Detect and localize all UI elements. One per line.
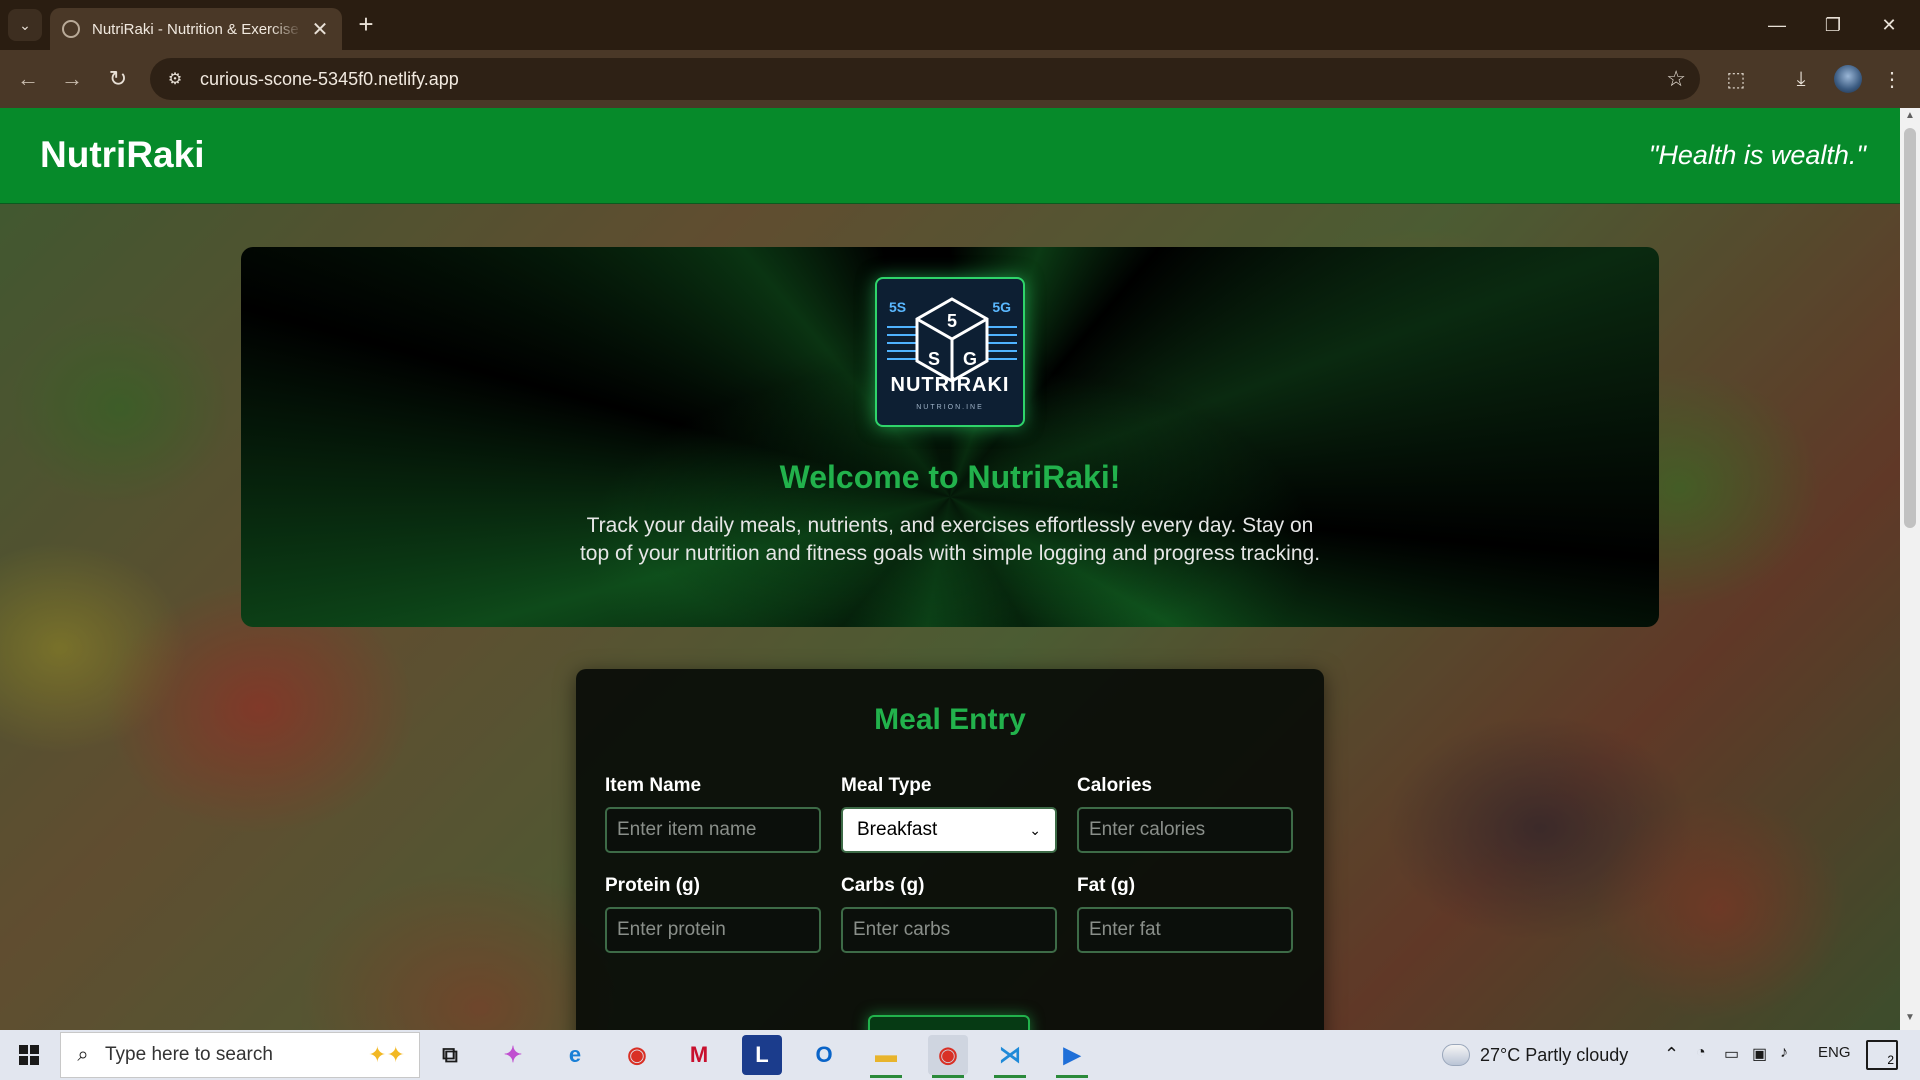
site-info-icon[interactable]: ⚙	[154, 58, 196, 100]
meet-now-icon[interactable]: ▣	[1752, 1044, 1767, 1064]
notification-count: 2	[1887, 1053, 1894, 1067]
item-name-input[interactable]	[605, 807, 821, 853]
url-text[interactable]: curious-scone-5345f0.netlify.app	[200, 69, 459, 90]
start-button[interactable]	[0, 1030, 58, 1080]
weather-widget[interactable]: 27°C Partly cloudy	[1439, 1030, 1629, 1080]
hero-banner: 5S 5G 5 S G NUTRIRAKI NUTRION.INE Welcom…	[241, 247, 1659, 627]
carbs-field: Carbs (g)	[841, 875, 1057, 953]
wifi-icon[interactable]: ◔	[1696, 1044, 1706, 1062]
l-app-icon[interactable]: L	[742, 1035, 782, 1075]
restore-icon[interactable]: ❐	[1810, 8, 1856, 42]
fat-input[interactable]	[1077, 907, 1293, 953]
meal-type-select[interactable]: Breakfast ⌄	[841, 807, 1057, 853]
protein-field: Protein (g)	[605, 875, 821, 953]
browser-menu-icon[interactable]: ⋮	[1876, 63, 1908, 95]
language-indicator[interactable]: ENG	[1818, 1044, 1851, 1061]
nutriraki-logo: 5S 5G 5 S G NUTRIRAKI NUTRION.INE	[875, 277, 1025, 427]
notification-center-icon[interactable]: 2	[1866, 1040, 1898, 1070]
logo-wordmark: NUTRIRAKI	[890, 374, 1010, 396]
close-window-icon[interactable]: ✕	[1866, 8, 1912, 42]
chrome-active-icon[interactable]: ◉	[928, 1035, 968, 1078]
address-bar[interactable]: ⚙ curious-scone-5345f0.netlify.app ☆	[150, 58, 1700, 100]
page-viewport: NutriRaki "Health is wealth." 5S 5G 5 S …	[0, 108, 1900, 1030]
calories-label: Calories	[1077, 775, 1152, 796]
welcome-description: Track your daily meals, nutrients, and e…	[579, 514, 1321, 565]
chevron-down-icon: ⌄	[1029, 821, 1041, 838]
windows-logo-icon	[19, 1045, 39, 1065]
search-icon: ⌕	[77, 1043, 89, 1066]
calories-input[interactable]	[1077, 807, 1293, 853]
task-view-icon[interactable]: ⧉	[430, 1035, 470, 1075]
site-header: NutriRaki "Health is wealth."	[0, 108, 1900, 204]
edge-icon[interactable]: e	[555, 1035, 595, 1075]
protein-label: Protein (g)	[605, 875, 700, 896]
scroll-down-icon[interactable]: ▼	[1900, 1012, 1920, 1028]
meal-type-value: Breakfast	[857, 819, 938, 840]
scrollbar-thumb[interactable]	[1904, 128, 1916, 528]
show-hidden-icons-icon[interactable]: ⌃	[1664, 1044, 1679, 1065]
meal-type-field: Meal Type Breakfast ⌄	[841, 775, 1057, 853]
browser-toolbar: ← → ↻ ⚙ curious-scone-5345f0.netlify.app…	[0, 50, 1920, 108]
taskbar-search[interactable]: ⌕ Type here to search ✦✦	[60, 1032, 420, 1078]
site-motto: "Health is wealth."	[1648, 140, 1866, 170]
media-player-icon[interactable]: ▶	[1052, 1035, 1092, 1078]
add-meal-button[interactable]: ADD MEAL	[868, 1015, 1030, 1030]
tab-close-icon[interactable]: ✕	[310, 17, 330, 42]
meal-entry-card: Meal Entry Item Name Meal Type Breakfast…	[576, 669, 1324, 1030]
reload-icon[interactable]: ↻	[102, 63, 134, 95]
chrome-icon[interactable]: ◉	[617, 1035, 657, 1075]
carbs-label: Carbs (g)	[841, 875, 925, 896]
tab-search-chevron-icon[interactable]: ⌄	[8, 9, 42, 41]
back-arrow-icon[interactable]: ←	[12, 63, 44, 95]
svg-text:5: 5	[947, 311, 957, 331]
windows-taskbar: ⌕ Type here to search ✦✦ ⧉ ✦ e ◉ M L O ▬…	[0, 1030, 1920, 1080]
outlook-icon[interactable]: O	[804, 1035, 844, 1075]
fat-field: Fat (g)	[1077, 875, 1293, 953]
forward-arrow-icon[interactable]: →	[56, 63, 88, 95]
battery-icon[interactable]: ▭	[1724, 1044, 1739, 1064]
item-name-label: Item Name	[605, 775, 702, 796]
vscode-icon[interactable]: ⋊	[990, 1035, 1030, 1078]
new-tab-button[interactable]: +	[352, 11, 380, 39]
fat-label: Fat (g)	[1077, 875, 1136, 896]
meal-entry-heading: Meal Entry	[874, 703, 1026, 736]
profile-avatar[interactable]	[1834, 65, 1862, 93]
item-name-field: Item Name	[605, 775, 821, 853]
svg-text:G: G	[963, 349, 977, 369]
page-scrollbar[interactable]: ▲ ▼	[1900, 108, 1920, 1030]
tab-favicon-icon	[62, 20, 80, 38]
partly-cloudy-icon	[1439, 1039, 1470, 1066]
extensions-icon[interactable]: ⬚	[1720, 63, 1752, 95]
taskbar-search-placeholder: Type here to search	[105, 1044, 273, 1065]
meal-type-label: Meal Type	[841, 775, 932, 796]
mcafee-icon[interactable]: M	[679, 1035, 719, 1075]
download-icon[interactable]: ⤓	[1785, 63, 1817, 95]
volume-icon[interactable]: ♪	[1780, 1044, 1788, 1062]
welcome-heading: Welcome to NutriRaki!	[779, 459, 1121, 495]
copilot-icon[interactable]: ✦	[493, 1035, 533, 1075]
file-explorer-icon[interactable]: ▬	[866, 1035, 906, 1078]
weather-text: 27°C Partly cloudy	[1480, 1044, 1629, 1065]
browser-tab-strip: ⌄ NutriRaki - Nutrition & Exercise ✕ + —…	[0, 0, 1920, 50]
browser-tab[interactable]: NutriRaki - Nutrition & Exercise ✕	[50, 8, 342, 50]
svg-text:S: S	[928, 349, 940, 369]
protein-input[interactable]	[605, 907, 821, 953]
carbs-input[interactable]	[841, 907, 1057, 953]
tab-title: NutriRaki - Nutrition & Exercise	[92, 20, 299, 38]
calories-field: Calories	[1077, 775, 1293, 853]
site-brand[interactable]: NutriRaki	[40, 134, 204, 176]
search-highlight-icon: ✦✦	[368, 1042, 405, 1067]
bookmark-star-icon[interactable]: ☆	[1666, 66, 1686, 92]
scroll-up-icon[interactable]: ▲	[1900, 110, 1920, 126]
minimize-icon[interactable]: —	[1754, 8, 1800, 42]
logo-subtitle: NUTRION.INE	[916, 404, 984, 411]
